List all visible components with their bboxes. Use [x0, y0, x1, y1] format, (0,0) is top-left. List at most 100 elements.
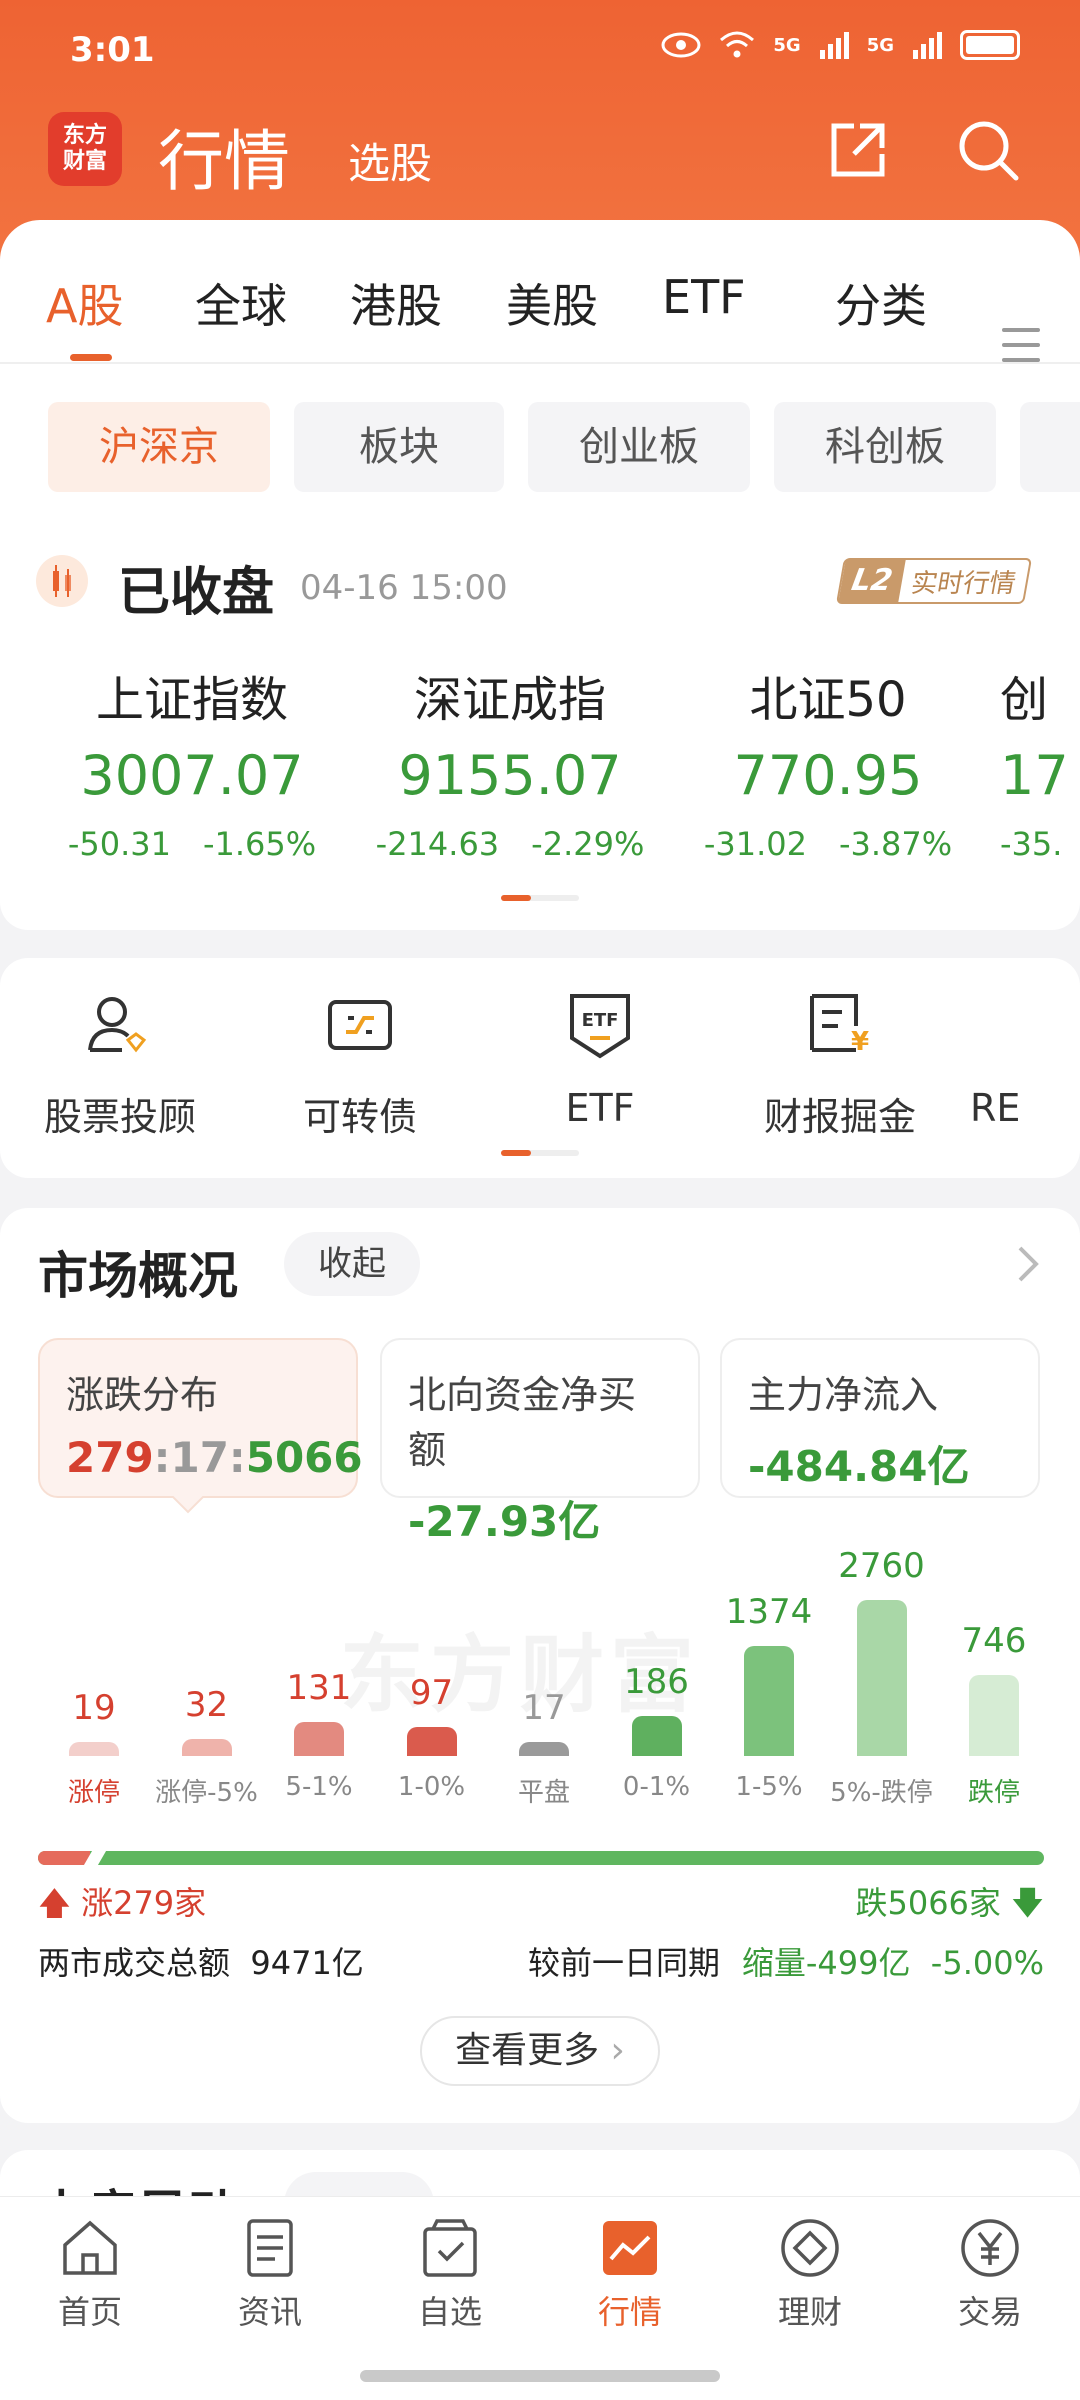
stat-value: -27.93亿	[408, 1497, 601, 1546]
tool-financial-report[interactable]: ¥ 财报掘金	[730, 988, 950, 1141]
home-indicator[interactable]	[360, 2370, 720, 2382]
tab-hk[interactable]: 港股	[350, 270, 442, 336]
convertible-bond-icon	[328, 1000, 392, 1050]
tool-etf[interactable]: ETF ETF	[490, 988, 710, 1130]
chip-chinext[interactable]: 创业板	[528, 402, 750, 492]
compare-label: 较前一日同期	[528, 1944, 721, 1982]
chip-sh-sz-bj[interactable]: 沪深京	[48, 402, 270, 492]
wealth-icon	[781, 2219, 839, 2277]
tool-label: 股票投顾	[43, 1095, 196, 1139]
chevron-right-icon[interactable]	[1016, 1244, 1040, 1284]
menu-icon[interactable]	[1002, 328, 1040, 373]
tab-category[interactable]: 分类	[835, 270, 927, 336]
nav-news[interactable]: 资讯	[180, 2215, 360, 2333]
signal-icon	[819, 32, 849, 59]
index-pct: -3.87%	[838, 825, 953, 863]
stock-picker-tab[interactable]: 选股	[348, 130, 432, 191]
decline-total: 跌5066家 🡇	[855, 1878, 1044, 1935]
index-name: 上证指数	[95, 672, 288, 728]
turnover-value: 9471亿	[250, 1944, 364, 1982]
market-overview-card: 市场概况 收起 涨跌分布 279:17:5066 北向资金净买额 -27.93亿…	[0, 1208, 1080, 2123]
search-icon[interactable]	[956, 118, 1020, 182]
distribution-count: 186	[624, 1661, 689, 1702]
tab-us[interactable]: 美股	[506, 270, 598, 336]
distribution-bar	[294, 1722, 344, 1756]
tab-divider	[0, 362, 1080, 364]
nav-market[interactable]: 行情	[540, 2215, 720, 2333]
index-name: 北证50	[749, 672, 907, 728]
stat-label: 北向资金净买额	[408, 1373, 637, 1472]
distribution-count: 1374	[725, 1591, 813, 1632]
nav-watchlist[interactable]: 自选	[360, 2215, 540, 2333]
turnover-total: 两市成交总额 9471亿	[38, 1938, 364, 1984]
distribution-count: 19	[72, 1688, 116, 1728]
distribution-count: 97	[409, 1672, 454, 1713]
active-stat-pointer	[172, 1496, 204, 1514]
collapse-button[interactable]: 收起	[284, 1232, 420, 1296]
arrow-down-icon: 🡇	[1011, 1884, 1044, 1922]
index-shanghai[interactable]: 上证指数 3007.07 -50.31 -1.65%	[32, 660, 352, 863]
page-title[interactable]: 行情	[158, 108, 290, 204]
index-value: 770.95	[733, 744, 923, 807]
advance-ratio-fill	[38, 1851, 91, 1865]
l2-label: L2	[838, 560, 906, 602]
candlestick-icon	[36, 555, 88, 607]
app-logo[interactable]: 东方 财富	[48, 112, 122, 186]
share-icon[interactable]	[826, 118, 890, 182]
nav-label: 自选	[417, 2293, 482, 2331]
chip-more[interactable]	[1020, 402, 1080, 492]
flat-count: 17	[170, 1433, 229, 1482]
arrow-up-icon: 🡅	[38, 1884, 71, 1922]
tool-stock-advisor[interactable]: 股票投顾	[10, 988, 230, 1141]
compare-value: 缩量-499亿 -5.00%	[742, 1938, 1044, 1984]
compare-pct: -5.00%	[930, 1944, 1044, 1982]
etf-icon: ETF	[570, 994, 630, 1059]
stat-northbound[interactable]: 北向资金净买额 -27.93亿	[380, 1338, 700, 1546]
tool-convertible-bond[interactable]: 可转债	[250, 988, 470, 1141]
view-more-button[interactable]: 查看更多 ›	[420, 2016, 660, 2086]
tools-page-indicator	[501, 1150, 579, 1156]
logo-text-2: 财富	[62, 149, 107, 174]
advance-decline-ratio-bar	[38, 1851, 1044, 1865]
trade-icon	[961, 2219, 1019, 2277]
tab-global[interactable]: 全球	[195, 270, 287, 336]
index-bse50[interactable]: 北证50 770.95 -31.02 -3.87%	[668, 660, 988, 863]
advance-total-label: 涨279家	[81, 1884, 207, 1922]
tool-label: 财报掘金	[763, 1095, 916, 1139]
index-page-indicator	[501, 895, 579, 901]
nav-trade[interactable]: 交易	[900, 2215, 1080, 2333]
distribution-count: 746	[961, 1620, 1027, 1661]
tab-a-shares[interactable]: A股	[46, 270, 123, 336]
l2-realtime-badge[interactable]: L2 实时行情	[835, 558, 1033, 604]
index-pct: -2.29%	[531, 825, 645, 863]
index-chinext-partial[interactable]: 创 17 -35.	[1000, 660, 1080, 863]
watchlist-icon	[423, 2219, 477, 2277]
stat-label: 涨跌分布	[66, 1373, 219, 1417]
stat-label: 主力净流入	[748, 1373, 939, 1417]
distribution-bar	[181, 1739, 232, 1756]
index-change: -35.	[1000, 825, 1063, 863]
index-name: 深证成指	[413, 672, 606, 728]
stat-advance-decline[interactable]: 涨跌分布 279:17:5066	[38, 1338, 363, 1498]
tool-label: 可转债	[302, 1095, 417, 1139]
separator: :	[228, 1433, 246, 1482]
nav-wealth[interactable]: 理财	[720, 2215, 900, 2333]
stat-main-inflow[interactable]: 主力净流入 -484.84亿	[720, 1338, 1040, 1498]
chip-sectors[interactable]: 板块	[294, 402, 504, 492]
distribution-bar	[406, 1726, 457, 1756]
signal-icon-2	[913, 32, 942, 59]
chip-star-market[interactable]: 科创板	[774, 402, 996, 492]
svg-text:¥: ¥	[851, 1027, 869, 1057]
distribution-count: 32	[184, 1685, 229, 1726]
tool-reits-partial[interactable]: RE	[970, 988, 1080, 1130]
nav-home[interactable]: 首页	[0, 2215, 180, 2333]
stat-value: -484.84亿	[748, 1442, 970, 1491]
index-value: 17	[1000, 744, 1069, 807]
tool-label: RE	[970, 1086, 1021, 1130]
svg-text:ETF: ETF	[582, 1010, 619, 1031]
tab-etf[interactable]: ETF	[662, 270, 746, 324]
advisor-icon	[88, 997, 147, 1053]
compare-amount: 缩量-499亿	[741, 1944, 911, 1982]
index-value: 9155.07	[398, 744, 622, 807]
index-shenzhen[interactable]: 深证成指 9155.07 -214.63 -2.29%	[350, 660, 670, 863]
